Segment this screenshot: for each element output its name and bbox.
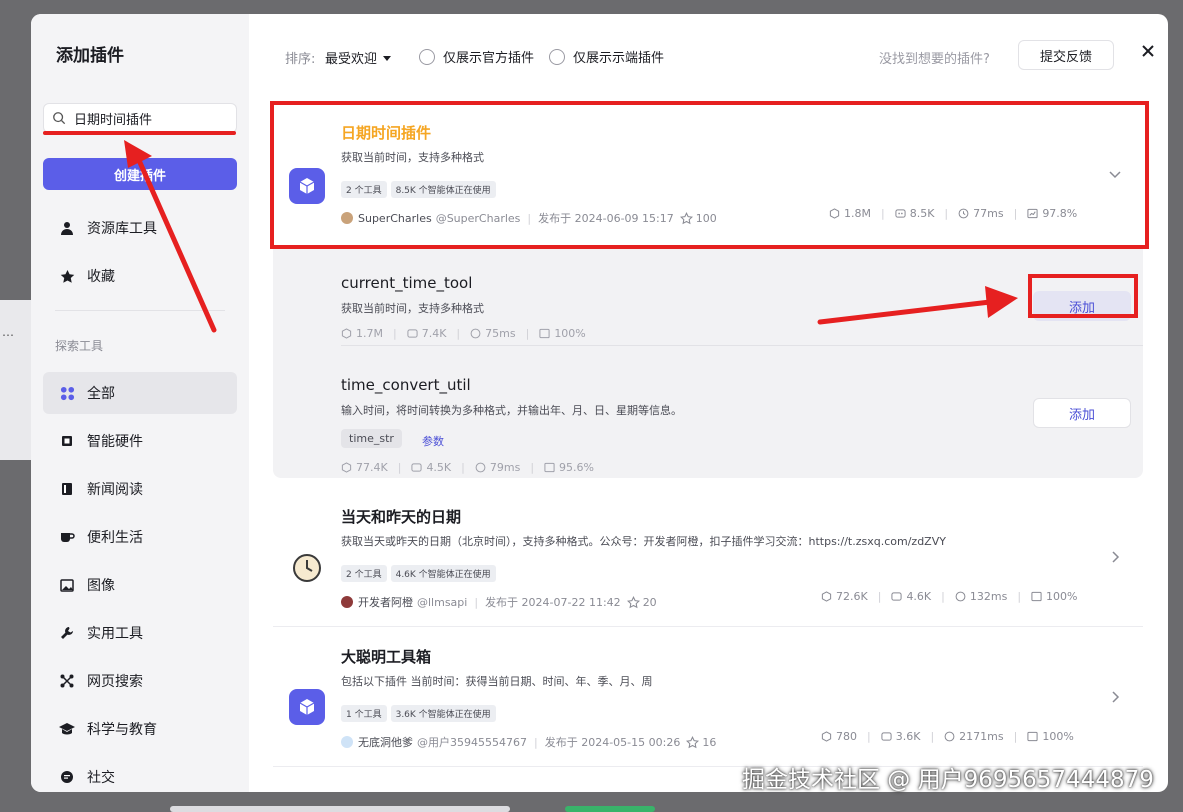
arrow-icon bbox=[817, 299, 993, 325]
arrow-annotations bbox=[124, 140, 1018, 333]
watermark: 掘金技术社区 @ 用户9695657444879 bbox=[742, 767, 1154, 793]
arrow-icon bbox=[135, 155, 217, 333]
arrowhead-icon bbox=[985, 286, 1018, 318]
